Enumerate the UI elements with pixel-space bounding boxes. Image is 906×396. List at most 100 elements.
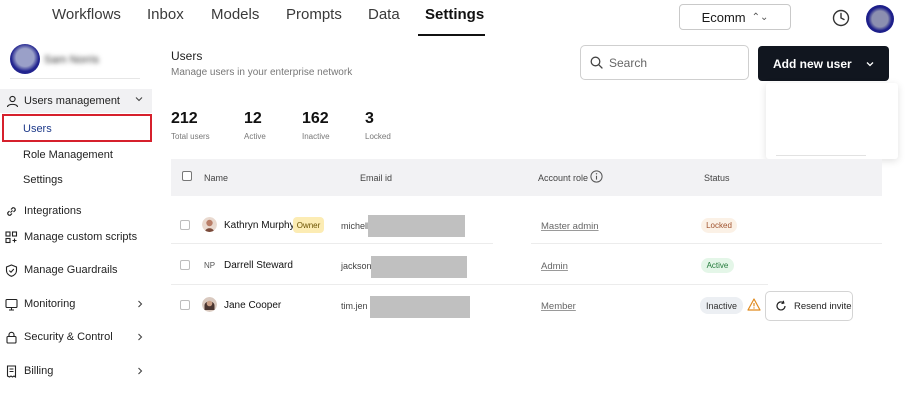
status-badge: Locked bbox=[701, 218, 737, 233]
user-avatar-top[interactable] bbox=[866, 5, 894, 33]
account-role-link[interactable]: Admin bbox=[541, 261, 568, 272]
shield-icon bbox=[5, 263, 18, 277]
link-icon bbox=[7, 206, 16, 216]
sidebar: Sam Norris Users management Users Role M… bbox=[0, 36, 156, 396]
user-name: Kathryn Murphy bbox=[224, 220, 295, 231]
environment-select[interactable]: Ecomm ⌃⌄ bbox=[679, 4, 791, 30]
table-header: Name Email id Account role Status bbox=[171, 159, 882, 196]
scripts-icon bbox=[5, 230, 18, 243]
user-photo-avatar bbox=[202, 217, 217, 232]
stat-label: Locked bbox=[365, 132, 391, 141]
sidebar-item-billing[interactable]: Billing bbox=[5, 362, 153, 380]
chevron-right-icon bbox=[138, 367, 143, 375]
row-checkbox[interactable] bbox=[180, 260, 190, 270]
user-email: michell bbox=[341, 221, 370, 231]
column-header-account-role: Account role bbox=[538, 173, 589, 183]
tab-settings[interactable]: Settings bbox=[425, 6, 484, 23]
chevron-down-icon bbox=[135, 97, 143, 102]
refresh-icon bbox=[776, 300, 786, 311]
stat-label: Inactive bbox=[302, 132, 330, 141]
chevron-down-icon bbox=[866, 62, 874, 67]
row-checkbox[interactable] bbox=[180, 220, 190, 230]
column-header-name: Name bbox=[204, 173, 229, 183]
sidebar-item-label: Monitoring bbox=[24, 298, 76, 310]
status-badge: Inactive bbox=[700, 297, 743, 314]
divider bbox=[10, 78, 140, 79]
row-checkbox[interactable] bbox=[180, 300, 190, 310]
sidebar-item-label: Security & Control bbox=[24, 331, 113, 343]
stat-value: 3 bbox=[365, 110, 374, 127]
info-icon[interactable] bbox=[590, 170, 603, 183]
warning-icon bbox=[747, 298, 761, 311]
resend-invite-button[interactable]: Resend invite bbox=[765, 291, 853, 321]
stat-value: 12 bbox=[244, 110, 262, 127]
account-role-link[interactable]: Master admin bbox=[541, 221, 599, 232]
redacted-block bbox=[371, 256, 467, 278]
stat-value: 162 bbox=[302, 110, 329, 127]
tab-prompts[interactable]: Prompts bbox=[286, 6, 342, 23]
stat-label: Active bbox=[244, 132, 266, 141]
search-icon bbox=[590, 56, 603, 69]
sidebar-item-label: Manage custom scripts bbox=[24, 231, 138, 243]
page-title: Users bbox=[171, 49, 203, 63]
sidebar-item-manage-custom-scripts[interactable]: Manage custom scripts bbox=[5, 228, 153, 246]
sidebar-item-label: Billing bbox=[24, 365, 54, 377]
user-email: tim.jen bbox=[341, 301, 368, 311]
user-initials-avatar: NP bbox=[204, 261, 216, 270]
stat-active: 12 Active bbox=[244, 110, 266, 141]
sidebar-item-users[interactable]: Users bbox=[23, 123, 52, 135]
sidebar-section-users-management[interactable]: Users management bbox=[0, 89, 152, 113]
chevron-updown-icon: ⌃⌄ bbox=[751, 11, 769, 23]
divider bbox=[171, 243, 493, 244]
divider bbox=[531, 243, 882, 244]
add-new-user-label: Add new user bbox=[773, 56, 852, 71]
sidebar-item-integrations[interactable]: Integrations bbox=[5, 202, 153, 220]
sidebar-item-manage-guardrails[interactable]: Manage Guardrails bbox=[5, 261, 153, 279]
environment-value: Ecomm bbox=[701, 9, 746, 25]
select-all-checkbox[interactable] bbox=[182, 171, 192, 181]
top-navigation: Workflows Inbox Models Prompts Data Sett… bbox=[0, 0, 906, 36]
sidebar-item-settings[interactable]: Settings bbox=[23, 174, 63, 186]
stat-total-users: 212 Total users bbox=[171, 110, 210, 141]
redacted-block bbox=[370, 296, 470, 318]
tab-inbox[interactable]: Inbox bbox=[147, 6, 184, 23]
stat-label: Total users bbox=[171, 132, 210, 141]
add-user-dropdown-menu bbox=[766, 83, 898, 159]
sidebar-item-label: Integrations bbox=[24, 205, 82, 217]
chevron-right-icon bbox=[138, 333, 143, 341]
user-name: Jane Cooper bbox=[224, 300, 282, 311]
lock-icon bbox=[6, 331, 17, 344]
sidebar-section-label: Users management bbox=[24, 95, 120, 107]
search-box[interactable] bbox=[580, 45, 749, 80]
status-badge: Active bbox=[701, 258, 734, 273]
divider bbox=[776, 155, 866, 156]
column-header-status: Status bbox=[704, 173, 730, 183]
tab-workflows[interactable]: Workflows bbox=[52, 6, 121, 23]
receipt-icon bbox=[6, 364, 17, 378]
add-new-user-button[interactable]: Add new user bbox=[758, 46, 889, 81]
user-email: jackson bbox=[341, 261, 372, 271]
owner-badge: Owner bbox=[293, 217, 324, 233]
sidebar-item-label: Manage Guardrails bbox=[24, 264, 118, 276]
user-name: Darrell Steward bbox=[224, 260, 293, 271]
history-clock-icon[interactable] bbox=[832, 9, 850, 27]
resend-invite-label: Resend invite bbox=[794, 300, 852, 312]
redacted-block bbox=[368, 215, 465, 237]
sidebar-item-monitoring[interactable]: Monitoring bbox=[5, 295, 153, 313]
stat-value: 212 bbox=[171, 110, 198, 127]
profile-avatar[interactable] bbox=[10, 44, 40, 74]
tab-models[interactable]: Models bbox=[211, 6, 259, 23]
user-photo-avatar bbox=[202, 297, 217, 312]
column-header-email: Email id bbox=[360, 173, 393, 183]
profile-name: Sam Norris bbox=[44, 54, 100, 66]
account-role-link[interactable]: Member bbox=[541, 301, 576, 312]
user-icon bbox=[6, 95, 19, 107]
sidebar-item-role-management[interactable]: Role Management bbox=[23, 149, 113, 161]
divider bbox=[171, 284, 768, 285]
sidebar-item-security-control[interactable]: Security & Control bbox=[5, 328, 153, 346]
stat-locked: 3 Locked bbox=[365, 110, 391, 141]
search-input[interactable] bbox=[609, 55, 739, 70]
tab-data[interactable]: Data bbox=[368, 6, 400, 23]
chevron-right-icon bbox=[138, 300, 143, 308]
page-subtitle: Manage users in your enterprise network bbox=[171, 67, 353, 78]
